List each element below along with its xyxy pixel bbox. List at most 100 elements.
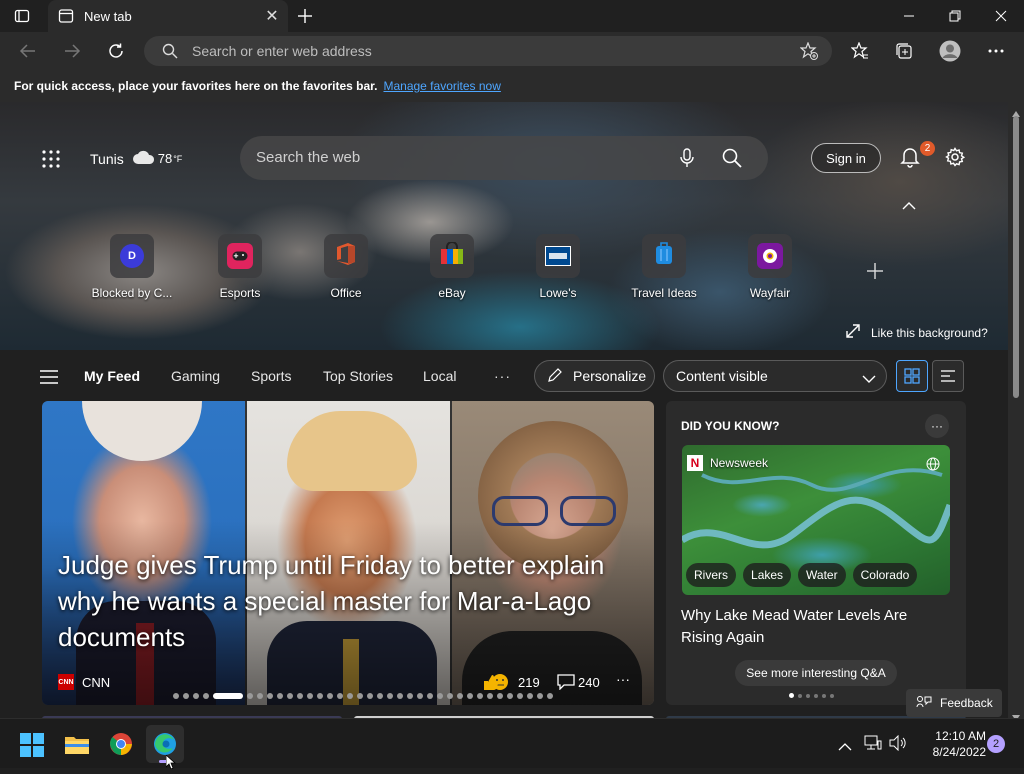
quick-link-office[interactable]: Office bbox=[298, 234, 394, 300]
tab-sports[interactable]: Sports bbox=[251, 368, 291, 384]
notifications-bell-icon[interactable] bbox=[900, 146, 920, 173]
pager-dot[interactable] bbox=[183, 693, 189, 699]
pager-dot[interactable] bbox=[467, 693, 473, 699]
close-window-icon[interactable] bbox=[978, 0, 1024, 32]
quick-link-blocked[interactable]: D Blocked by C... bbox=[84, 234, 180, 300]
lake-photo[interactable]: N Newsweek Rivers Lakes Water Colorado bbox=[682, 445, 950, 595]
show-hidden-icons-chevron-icon[interactable] bbox=[838, 738, 852, 756]
pager-dot[interactable] bbox=[477, 693, 483, 699]
new-tab-button[interactable] bbox=[294, 5, 316, 27]
chrome-icon[interactable] bbox=[109, 732, 133, 761]
pager-dot[interactable] bbox=[327, 693, 333, 699]
carousel-pager[interactable] bbox=[173, 693, 557, 699]
side-card-pager[interactable] bbox=[789, 693, 834, 698]
pager-dot[interactable] bbox=[547, 693, 553, 699]
vertical-scrollbar[interactable] bbox=[1008, 102, 1024, 721]
tab-new-tab[interactable]: New tab ✕ bbox=[48, 0, 288, 32]
tag-rivers[interactable]: Rivers bbox=[686, 563, 737, 587]
sign-in-button[interactable]: Sign in bbox=[811, 143, 881, 173]
pager-dot[interactable] bbox=[447, 693, 453, 699]
quick-link-wayfair[interactable]: Wayfair bbox=[722, 234, 818, 300]
pager-dot[interactable] bbox=[397, 693, 403, 699]
main-story-card[interactable]: Judge gives Trump until Friday to better… bbox=[42, 401, 654, 705]
tag-lakes[interactable]: Lakes bbox=[743, 563, 792, 587]
tab-actions-icon[interactable] bbox=[14, 8, 30, 24]
search-submit-icon[interactable] bbox=[722, 148, 742, 173]
feedback-button[interactable]: Feedback bbox=[906, 689, 1002, 717]
pager-dot[interactable] bbox=[377, 693, 383, 699]
collapse-chevron-icon[interactable] bbox=[902, 197, 916, 215]
pager-dot[interactable] bbox=[387, 693, 393, 699]
file-explorer-icon[interactable] bbox=[64, 733, 90, 760]
globe-icon[interactable] bbox=[926, 457, 940, 476]
pager-dot[interactable] bbox=[427, 693, 433, 699]
pager-dot[interactable] bbox=[517, 693, 523, 699]
profile-avatar[interactable] bbox=[934, 35, 966, 67]
main-story-headline[interactable]: Judge gives Trump until Friday to better… bbox=[58, 547, 618, 655]
pager-dot[interactable] bbox=[347, 693, 353, 699]
forward-arrow-icon[interactable] bbox=[56, 35, 88, 67]
weather-widget[interactable]: Tunis 78 °F bbox=[90, 149, 182, 168]
pager-dot[interactable] bbox=[507, 693, 513, 699]
tag-water[interactable]: Water bbox=[798, 563, 846, 587]
pager-dot[interactable] bbox=[317, 693, 323, 699]
side-card-headline[interactable]: Why Lake Mead Water Levels Are Rising Ag… bbox=[681, 605, 951, 649]
pager-dot[interactable] bbox=[213, 693, 243, 699]
tab-gaming[interactable]: Gaming bbox=[171, 368, 220, 384]
tab-my-feed[interactable]: My Feed bbox=[84, 368, 140, 384]
content-visibility-dropdown[interactable]: Content visible bbox=[663, 360, 887, 392]
pager-dot[interactable] bbox=[307, 693, 313, 699]
pager-dot[interactable] bbox=[247, 693, 253, 699]
microphone-icon[interactable] bbox=[680, 148, 694, 173]
like-background-button[interactable]: Like this background? bbox=[846, 324, 988, 341]
comment-icon[interactable] bbox=[557, 674, 575, 695]
pager-dot[interactable] bbox=[417, 693, 423, 699]
pager-dot[interactable] bbox=[487, 693, 493, 699]
favorites-icon[interactable] bbox=[844, 35, 876, 67]
main-story-source[interactable]: CNN bbox=[82, 675, 110, 690]
story-more-options-icon[interactable]: ··· bbox=[616, 671, 630, 687]
settings-more-icon[interactable] bbox=[980, 35, 1012, 67]
add-favorite-icon[interactable] bbox=[799, 41, 818, 65]
pager-dot[interactable] bbox=[497, 693, 503, 699]
pager-dot[interactable] bbox=[297, 693, 303, 699]
tab-top-stories[interactable]: Top Stories bbox=[323, 368, 393, 384]
minimize-icon[interactable] bbox=[886, 0, 932, 32]
pager-dot[interactable] bbox=[287, 693, 293, 699]
refresh-icon[interactable] bbox=[100, 35, 132, 67]
add-quick-link-icon[interactable] bbox=[866, 262, 884, 285]
back-arrow-icon[interactable] bbox=[12, 35, 44, 67]
address-bar[interactable]: Search or enter web address bbox=[144, 36, 832, 66]
pager-dot[interactable] bbox=[203, 693, 209, 699]
hamburger-menu-icon[interactable] bbox=[40, 370, 58, 389]
tab-local[interactable]: Local bbox=[423, 368, 456, 384]
apps-grid-icon[interactable] bbox=[42, 150, 60, 173]
pager-dot[interactable] bbox=[277, 693, 283, 699]
pager-dot[interactable] bbox=[457, 693, 463, 699]
page-settings-gear-icon[interactable] bbox=[945, 147, 966, 172]
tag-colorado[interactable]: Colorado bbox=[852, 563, 918, 587]
grid-layout-icon[interactable] bbox=[896, 360, 928, 392]
pager-dot[interactable] bbox=[527, 693, 533, 699]
more-tabs-button[interactable]: ··· bbox=[494, 368, 511, 384]
collections-icon[interactable] bbox=[888, 35, 920, 67]
quick-link-ebay[interactable]: eBay bbox=[404, 234, 500, 300]
quick-link-esports[interactable]: Esports bbox=[192, 234, 288, 300]
pager-dot[interactable] bbox=[367, 693, 373, 699]
list-layout-icon[interactable] bbox=[932, 360, 964, 392]
scrollbar-thumb[interactable] bbox=[1013, 116, 1019, 398]
pager-dot[interactable] bbox=[437, 693, 443, 699]
see-more-qa-button[interactable]: See more interesting Q&A bbox=[735, 660, 897, 686]
pager-dot[interactable] bbox=[407, 693, 413, 699]
pager-dot[interactable] bbox=[357, 693, 363, 699]
pager-dot[interactable] bbox=[173, 693, 179, 699]
windows-start-icon[interactable] bbox=[20, 733, 44, 762]
pager-dot[interactable] bbox=[267, 693, 273, 699]
quick-link-travel-ideas[interactable]: Travel Ideas bbox=[616, 234, 712, 300]
web-search-box[interactable]: Search the web bbox=[240, 136, 768, 180]
pager-dot[interactable] bbox=[537, 693, 543, 699]
pager-dot[interactable] bbox=[337, 693, 343, 699]
clock[interactable]: 12:10 AM 8/24/2022 bbox=[916, 728, 986, 760]
close-tab-icon[interactable]: ✕ bbox=[260, 4, 284, 28]
pager-dot[interactable] bbox=[257, 693, 263, 699]
